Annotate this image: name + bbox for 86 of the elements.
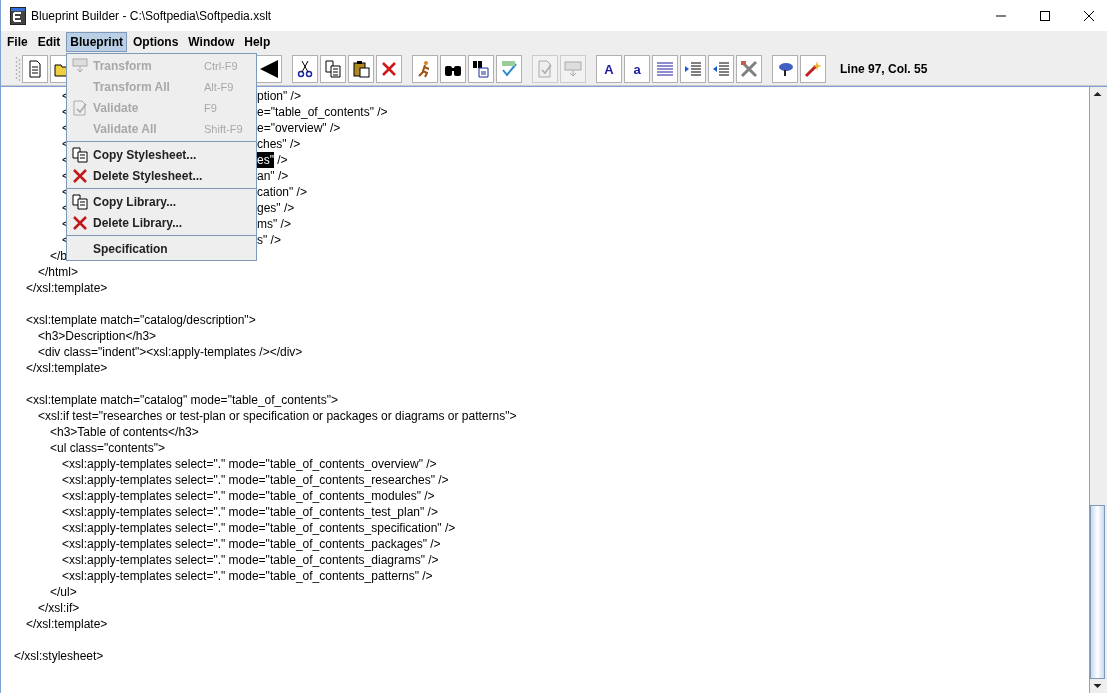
delete-icon — [380, 60, 398, 78]
code-line: </xsl:stylesheet> — [14, 648, 105, 664]
magic-icon — [804, 60, 822, 78]
font-size-button[interactable]: A — [596, 55, 622, 83]
menu-item[interactable]: Edit — [33, 32, 65, 52]
copy-icon — [324, 60, 342, 78]
toolbar-button[interactable] — [292, 55, 318, 83]
code-line: <xsl:apply-templates select="." mode="table_of_contents_test_plan" /> — [61, 504, 439, 520]
copy-icon — [72, 193, 88, 210]
document-icon — [26, 60, 44, 78]
app-icon — [10, 6, 26, 25]
arrow-icon — [260, 60, 278, 78]
code-line: <xsl:apply-templates select="." mode="table_of_contents_diagrams" /> — [61, 552, 440, 568]
copy-icon — [72, 146, 88, 163]
code-line: e="table_of_contents" /> — [257, 104, 388, 120]
code-line: <xsl:apply-templates select="." mode="table_of_contents_overview" /> — [61, 456, 438, 472]
code-line: <h3>Table of contents</h3> — [49, 424, 200, 440]
scissors-icon — [296, 60, 314, 78]
toolbar-button[interactable] — [256, 55, 282, 83]
toolbar-button[interactable] — [348, 55, 374, 83]
code-line: </xsl:if> — [37, 600, 81, 616]
transform-icon — [564, 60, 582, 78]
code-line: </xsl:template> — [25, 280, 109, 296]
code-line: <xsl:apply-templates select="." mode="table_of_contents_specification" /> — [61, 520, 457, 536]
font-size-button[interactable]: a — [624, 55, 650, 83]
window-title: Blueprint Builder - C:\Softpedia\Softpedia.xslt — [31, 8, 272, 23]
vertical-scrollbar[interactable] — [1089, 87, 1105, 693]
transform-icon — [72, 57, 88, 74]
toolbar-button[interactable] — [468, 55, 494, 83]
code-line: ges" /> — [257, 200, 295, 216]
code-line: <div class="indent"><xsl:apply-templates /></div> — [37, 344, 304, 360]
shortcut-text: Ctrl-F9 — [204, 59, 239, 72]
code-line: </html> — [37, 264, 80, 280]
maximize-icon[interactable] — [1039, 9, 1051, 22]
code-line: </xsl:template> — [25, 616, 109, 632]
tools-icon — [740, 60, 758, 78]
menu-item[interactable]: Help — [240, 32, 275, 52]
shortcut-text: Shift-F9 — [204, 122, 244, 135]
selected-text: es" — [257, 152, 274, 168]
validate-icon — [536, 60, 554, 78]
code-line: </ul> — [49, 584, 78, 600]
menu-entry[interactable]: Delete Library... — [67, 212, 256, 233]
code-line: <xsl:apply-templates select="." mode="table_of_contents_packages" /> — [61, 536, 442, 552]
code-line: ption" /> — [257, 88, 301, 104]
code-line: <h3>Description</h3> — [37, 328, 158, 344]
delete-icon — [72, 214, 88, 231]
menu-item[interactable]: Window — [184, 32, 239, 52]
menu-entry[interactable]: Copy Stylesheet... — [67, 144, 256, 165]
shortcut-text: Alt-F9 — [204, 80, 235, 93]
scrollbar-thumb[interactable] — [1090, 505, 1105, 679]
delete-icon — [72, 167, 88, 184]
code-line: an" /> — [257, 168, 289, 184]
toolbar-button[interactable] — [440, 55, 466, 83]
validate-icon — [72, 99, 88, 116]
close-icon[interactable] — [1083, 9, 1095, 22]
cursor-position: Line 97, Col. 55 — [840, 62, 928, 76]
align-icon — [656, 60, 674, 78]
menu-item[interactable]: File — [3, 32, 32, 52]
code-line: cation" /> — [257, 184, 307, 200]
code-line: /> — [276, 152, 288, 168]
code-line: e="overview" /> — [257, 120, 341, 136]
code-line: <xsl:apply-templates select="." mode="table_of_contents_researches" /> — [61, 472, 450, 488]
spell-check-icon — [500, 60, 518, 78]
code-line: ches" /> — [257, 136, 301, 152]
shortcut-text: F9 — [204, 101, 218, 114]
paste-icon — [352, 60, 370, 78]
outdent-icon — [712, 60, 730, 78]
toolbar-grip-icon[interactable] — [14, 56, 22, 82]
menu-item[interactable]: Options — [129, 32, 183, 52]
code-line: <xsl:if test="researches or test-plan or specification or packages or diagrams or patterns"> — [37, 408, 518, 424]
code-line: s" /> — [257, 232, 281, 248]
code-line: <xsl:template match="catalog" mode="table_of_contents"> — [25, 392, 339, 408]
toolbar-button[interactable] — [800, 55, 826, 83]
code-line: <xsl:apply-templates select="." mode="table_of_contents_patterns" /> — [61, 568, 434, 584]
code-line: </xsl:template> — [25, 360, 109, 376]
menu-entry[interactable]: Delete Stylesheet... — [67, 165, 256, 186]
menu-entry[interactable]: Specification — [67, 238, 256, 259]
code-line: </b — [49, 249, 67, 263]
code-line: ms" /> — [257, 216, 291, 232]
menu-item[interactable]: Blueprint — [66, 32, 127, 52]
code-line: <ul class="contents"> — [49, 440, 166, 456]
code-line: <xsl:apply-templates select="." mode="table_of_contents_modules" /> — [61, 488, 436, 504]
indent-icon — [684, 60, 702, 78]
menu-entry[interactable]: Copy Library... — [67, 191, 256, 212]
code-line: <xsl:template match="catalog/description"> — [25, 312, 257, 328]
binoculars-document-icon — [472, 60, 490, 78]
